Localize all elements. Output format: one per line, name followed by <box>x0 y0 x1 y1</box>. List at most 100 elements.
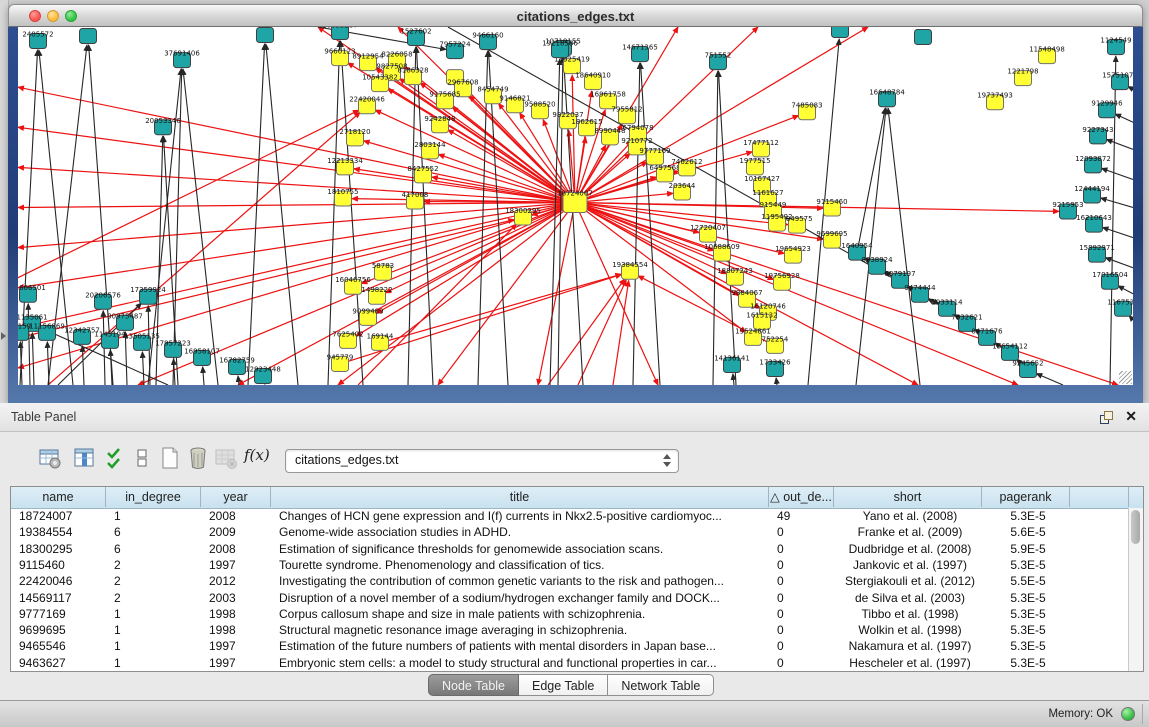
column-header-out-de-[interactable]: △ out_de... <box>769 487 834 507</box>
graph-edge[interactable] <box>538 202 575 385</box>
graph-node-label: 12923448 <box>245 365 281 373</box>
graph-edge[interactable] <box>248 44 265 385</box>
graph-edge[interactable] <box>47 342 49 385</box>
statusbar-divider <box>1142 704 1143 724</box>
graph-edge[interactable] <box>1118 286 1133 294</box>
graph-edge[interactable] <box>380 274 621 343</box>
graph-edge[interactable] <box>1101 198 1133 207</box>
toolbar-delete-table-button[interactable] <box>186 446 212 472</box>
graph-node[interactable] <box>915 30 932 45</box>
table-row[interactable]: 1456911722003Disruption of a novel membe… <box>11 590 1128 606</box>
table-cell: Wolkin et al. (1998) <box>834 622 982 638</box>
column-header-name[interactable]: name <box>11 487 106 507</box>
toolbar-show-columns-button[interactable] <box>72 446 98 472</box>
graph-node-label: 7957224 <box>439 41 471 49</box>
table-row[interactable]: 946362711997Embryonic stem cells: a mode… <box>11 655 1128 671</box>
graph-edge[interactable] <box>203 367 204 385</box>
graph-node-label: 8912954 <box>352 53 384 61</box>
graph-edge[interactable] <box>1036 374 1063 385</box>
graph-edge[interactable] <box>641 63 660 385</box>
close-panel-icon[interactable]: ✕ <box>1125 408 1137 425</box>
graph-edge[interactable] <box>32 333 34 385</box>
graph-node[interactable] <box>832 27 849 38</box>
table-select-dropdown[interactable]: citations_edges.txt <box>285 449 679 473</box>
network-window-titlebar[interactable]: citations_edges.txt <box>8 4 1143 27</box>
table-row[interactable]: 1872400712008Changes of HCN gene express… <box>11 508 1128 524</box>
column-header-title[interactable]: title <box>271 487 769 507</box>
graph-edge[interactable] <box>18 202 575 207</box>
graph-edge[interactable] <box>183 69 218 385</box>
tab-node-table[interactable]: Node Table <box>428 674 519 696</box>
table-row[interactable]: 969969511998Structural magnetic resonanc… <box>11 622 1128 638</box>
graph-edge[interactable] <box>18 220 514 338</box>
table-cell: Tibbo et al. (1998) <box>834 606 982 622</box>
graph-edge[interactable] <box>156 136 163 385</box>
table-body: 1872400712008Changes of HCN gene express… <box>11 508 1128 671</box>
graph-edge[interactable] <box>613 281 629 385</box>
expand-arrow-icon[interactable] <box>1 332 6 340</box>
graph-node-label: 1221798 <box>1007 68 1038 76</box>
graph-edge[interactable] <box>857 108 885 253</box>
table-row[interactable]: 2242004622012Investigating the contribut… <box>11 573 1128 589</box>
graph-node-label: 2405572 <box>22 31 53 39</box>
graph-node-label: 21606501 <box>18 284 46 292</box>
graph-edge[interactable] <box>82 346 84 385</box>
graph-edge[interactable] <box>776 378 777 385</box>
graph-node-label: 37691406 <box>164 50 200 58</box>
graph-node-label: 7485083 <box>791 102 822 110</box>
toolbar-rows-button[interactable] <box>130 446 156 472</box>
graph-node-label: 17957223 <box>155 339 191 347</box>
table-row[interactable]: 977716911998Corpus callosum shape and si… <box>11 606 1128 622</box>
graph-edge[interactable] <box>888 108 920 385</box>
scrollbar-thumb[interactable] <box>1131 510 1140 544</box>
graph-edge[interactable] <box>1103 227 1133 237</box>
graph-edge[interactable] <box>266 44 298 385</box>
graph-node-label: 9175685 <box>429 91 460 99</box>
graph-edge[interactable] <box>142 352 144 385</box>
table-row[interactable]: 1830029562008Estimation of significance … <box>11 541 1128 557</box>
column-header-pagerank[interactable]: pagerank <box>982 487 1070 507</box>
graph-edge[interactable] <box>1105 258 1133 268</box>
graph-node-label: 2967608 <box>447 79 478 87</box>
graph-node[interactable] <box>257 28 274 43</box>
toolbar-function-button[interactable]: f(x) <box>244 446 270 472</box>
graph-node-label: 9215953 <box>1052 201 1083 209</box>
network-canvas[interactable]: 1872400796601238912954822605898275081054… <box>18 27 1133 385</box>
graph-edge[interactable] <box>238 202 575 385</box>
tab-edge-table[interactable]: Edge Table <box>519 674 608 696</box>
resize-grip[interactable] <box>1119 371 1132 384</box>
toolbar-table-settings-button[interactable] <box>38 446 64 472</box>
network-graph[interactable]: 1872400796601238912954822605898275081054… <box>18 27 1133 385</box>
toolbar-create-table-button[interactable] <box>158 446 184 472</box>
table-cell: Structural magnetic resonance image aver… <box>271 622 769 638</box>
graph-edge[interactable] <box>238 376 239 385</box>
graph-edge[interactable] <box>733 374 734 385</box>
graph-edge[interactable] <box>578 280 626 385</box>
graph-edge[interactable] <box>174 359 175 385</box>
graph-edge[interactable] <box>18 202 575 287</box>
table-row[interactable]: 1938455462009Genome-wide association stu… <box>11 524 1128 540</box>
table-scrollbar[interactable] <box>1128 508 1143 671</box>
column-header-year[interactable]: year <box>201 487 271 507</box>
graph-edge[interactable] <box>18 110 359 278</box>
table-cell: 2008 <box>201 541 271 557</box>
graph-edge[interactable] <box>1101 168 1133 179</box>
graph-node-label: 10654112 <box>992 342 1028 350</box>
table-row[interactable]: 946554611997Estimation of the future num… <box>11 638 1128 654</box>
column-header-short[interactable]: short <box>834 487 982 507</box>
graph-node-label: 12444194 <box>1074 185 1110 193</box>
tab-network-table[interactable]: Network Table <box>608 674 714 696</box>
table-cell: 2 <box>106 573 201 589</box>
column-header-in-degree[interactable]: in_degree <box>106 487 201 507</box>
table-row[interactable]: 911546021997Tourette syndrome. Phenomeno… <box>11 557 1128 573</box>
graph-edge[interactable] <box>1115 114 1133 122</box>
table-cell: 0 <box>769 622 834 638</box>
graph-edge[interactable] <box>1106 139 1133 149</box>
graph-node[interactable] <box>80 29 97 44</box>
float-window-icon[interactable] <box>1100 411 1113 424</box>
toolbar-select-all-button[interactable] <box>104 446 130 472</box>
graph-node-label: 18640910 <box>575 72 611 80</box>
graph-node-label: 16782759 <box>219 356 255 364</box>
graph-node-label: 8427552 <box>407 165 438 173</box>
graph-node-label: 1615132 <box>746 311 777 319</box>
